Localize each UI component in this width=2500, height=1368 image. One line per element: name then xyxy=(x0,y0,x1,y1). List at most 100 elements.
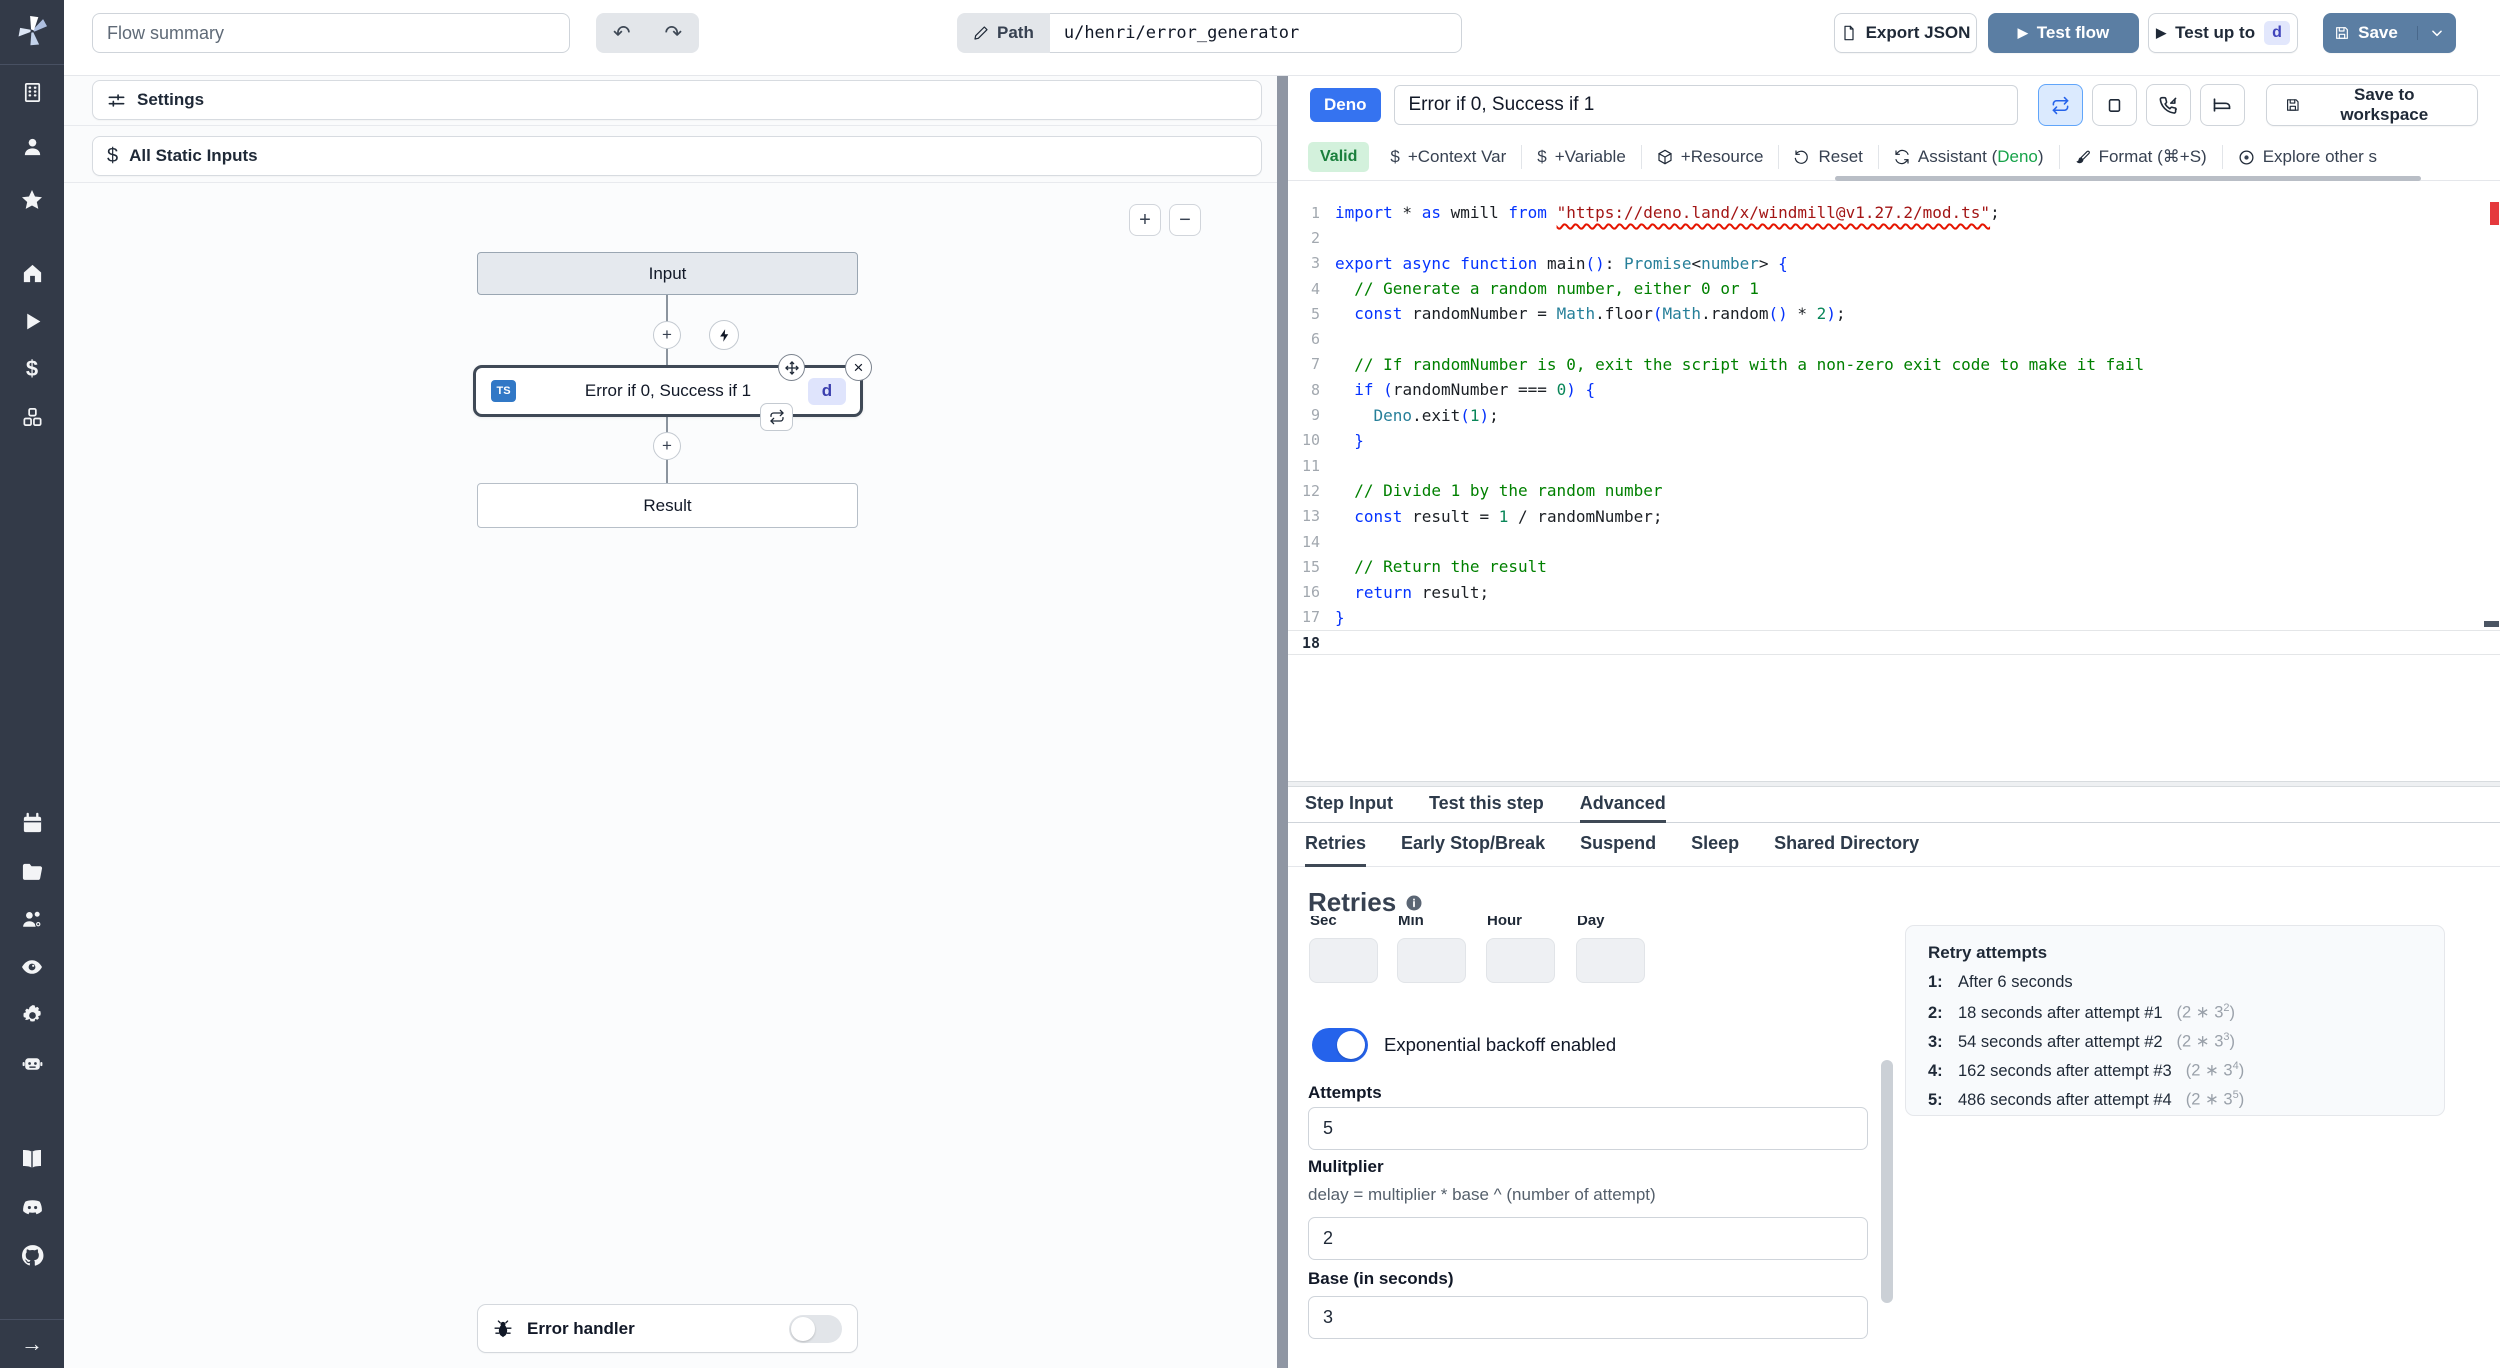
save-dropdown-button[interactable] xyxy=(2417,26,2455,40)
add-step-button[interactable]: + xyxy=(653,432,681,460)
add-context-var-label: +Context Var xyxy=(1407,147,1507,166)
add-context-var-button[interactable]: $ +Context Var xyxy=(1375,142,1521,172)
format-label: Format (⌘+S) xyxy=(2098,147,2207,166)
retries-section: Retries Sec Min Hour Day Exponential bac… xyxy=(1288,867,2500,1356)
move-icon xyxy=(784,360,799,375)
sidebar-item-user[interactable] xyxy=(0,119,64,173)
input-node-label: Input xyxy=(648,263,687,283)
tab-suspend[interactable]: Suspend xyxy=(1580,823,1656,867)
add-resource-button[interactable]: +Resource xyxy=(1642,142,1779,172)
add-variable-button[interactable]: $ +Variable xyxy=(1522,142,1641,172)
add-trigger-button[interactable] xyxy=(709,320,739,350)
sidebar-item-favorites[interactable] xyxy=(0,173,64,227)
sidebar-item-settings[interactable] xyxy=(0,991,64,1039)
move-step-button[interactable] xyxy=(778,354,805,381)
save-to-workspace-button[interactable]: Save to workspace xyxy=(2265,84,2478,126)
step-retry-indicator[interactable] xyxy=(760,403,793,431)
delete-step-button[interactable]: × xyxy=(845,354,872,381)
zoom-out-button[interactable]: − xyxy=(1169,204,1201,236)
sidebar-item-variables[interactable]: $ xyxy=(0,345,64,393)
early-stop-config-button[interactable] xyxy=(2091,84,2137,126)
add-step-button[interactable]: + xyxy=(653,321,681,349)
suspend-config-button[interactable] xyxy=(2145,84,2191,126)
result-node[interactable]: Result xyxy=(477,483,858,528)
tab-retries[interactable]: Retries xyxy=(1305,823,1367,867)
dollar-icon: $ xyxy=(1537,147,1547,166)
chevron-down-icon xyxy=(2431,30,2442,37)
sleep-config-button[interactable] xyxy=(2199,84,2245,126)
multiplier-help-text: delay = multiplier * base ^ (number of a… xyxy=(1308,1185,1656,1204)
hour-input[interactable] xyxy=(1486,938,1555,983)
day-input[interactable] xyxy=(1576,938,1645,983)
undo-button[interactable]: ↶ xyxy=(596,13,648,53)
exponential-backoff-toggle[interactable] xyxy=(1312,1028,1368,1062)
test-up-to-button[interactable]: ▶ Test up to d xyxy=(2148,13,2298,53)
plus-icon: + xyxy=(662,436,672,455)
explore-scripts-button[interactable]: Explore other s xyxy=(2223,142,2392,172)
sidebar-expand-arrow-icon[interactable]: → xyxy=(0,1320,64,1368)
tab-early-stop[interactable]: Early Stop/Break xyxy=(1401,823,1545,867)
attempts-input[interactable] xyxy=(1308,1107,1868,1150)
static-inputs-row: $ All Static Inputs xyxy=(64,126,1277,183)
input-node[interactable]: Input xyxy=(477,252,858,295)
sidebar-item-runs[interactable] xyxy=(0,297,64,345)
play-icon: ▶ xyxy=(2017,25,2028,40)
error-handler-toggle[interactable] xyxy=(789,1314,842,1343)
sidebar-item-audit-logs[interactable] xyxy=(0,943,64,991)
time-unit-labels: Sec Min Hour Day xyxy=(1288,916,1688,933)
tab-step-input[interactable]: Step Input xyxy=(1305,787,1393,823)
flow-canvas[interactable]: + − Input + TS Error if 0, Success if 1 … xyxy=(64,183,1277,1368)
save-label: Save xyxy=(2358,23,2398,42)
step-node[interactable]: TS Error if 0, Success if 1 d xyxy=(473,365,863,417)
attempts-label: Attempts xyxy=(1308,1083,1382,1102)
content-scrollbar[interactable] xyxy=(1881,1060,1893,1303)
sidebar-item-home[interactable] xyxy=(0,249,64,297)
phone-incoming-icon xyxy=(2159,96,2177,114)
sidebar-item-groups[interactable] xyxy=(0,895,64,943)
path-input[interactable] xyxy=(1049,13,1462,53)
all-static-inputs-button[interactable]: $ All Static Inputs xyxy=(92,136,1262,176)
code-editor[interactable]: 1 import * as wmill from "https://deno.la… xyxy=(1288,181,2500,781)
min-label: Min xyxy=(1398,916,1424,929)
base-input[interactable] xyxy=(1308,1296,1868,1339)
tab-advanced[interactable]: Advanced xyxy=(1579,787,1666,823)
tab-sleep[interactable]: Sleep xyxy=(1691,823,1739,867)
flow-panel: Settings $ All Static Inputs + − Input +… xyxy=(64,76,1277,1368)
save-button[interactable]: Save xyxy=(2323,13,2456,53)
info-icon[interactable] xyxy=(1405,894,1423,912)
tab-shared-directory[interactable]: Shared Directory xyxy=(1774,823,1919,867)
reset-button[interactable]: Reset xyxy=(1779,142,1877,172)
sliders-icon xyxy=(108,93,125,107)
zoom-in-button[interactable]: + xyxy=(1129,204,1161,236)
sec-input[interactable] xyxy=(1309,938,1378,983)
flow-settings-button[interactable]: Settings xyxy=(92,80,1262,120)
format-button[interactable]: Format (⌘+S) xyxy=(2060,142,2222,172)
sidebar-item-discord[interactable] xyxy=(0,1183,64,1231)
sidebar-item-resources[interactable] xyxy=(0,393,64,441)
multiplier-input[interactable] xyxy=(1308,1217,1868,1260)
refresh-icon xyxy=(1895,149,1909,165)
sidebar-item-github[interactable] xyxy=(0,1231,64,1279)
vertical-splitter[interactable] xyxy=(1277,76,1288,1368)
language-badge: Deno xyxy=(1310,88,1381,122)
bed-icon xyxy=(2214,98,2231,112)
export-json-button[interactable]: Export JSON xyxy=(1834,13,1977,53)
sidebar-item-workspace[interactable] xyxy=(0,65,64,119)
test-flow-button[interactable]: ▶ Test flow xyxy=(1988,13,2139,53)
redo-button[interactable]: ↷ xyxy=(648,13,700,53)
sidebar-item-folders[interactable] xyxy=(0,847,64,895)
step-name-input[interactable] xyxy=(1393,85,2018,125)
assistant-button[interactable]: Assistant (Deno) xyxy=(1879,142,2059,172)
plus-icon: + xyxy=(1139,208,1151,231)
sidebar-item-workers[interactable] xyxy=(0,1039,64,1087)
path-chip: Path xyxy=(957,13,1050,53)
windmill-logo-icon[interactable] xyxy=(13,12,51,50)
flow-summary-input[interactable] xyxy=(92,13,570,53)
sidebar-item-docs[interactable] xyxy=(0,1135,64,1183)
min-input[interactable] xyxy=(1397,938,1466,983)
code-lines: 1 import * as wmill from "https://deno.la… xyxy=(1288,200,2500,656)
tab-test-this-step[interactable]: Test this step xyxy=(1429,787,1544,823)
retries-config-button[interactable] xyxy=(2037,84,2083,126)
brush-icon xyxy=(2075,150,2090,164)
sidebar-item-schedules[interactable] xyxy=(0,799,64,847)
